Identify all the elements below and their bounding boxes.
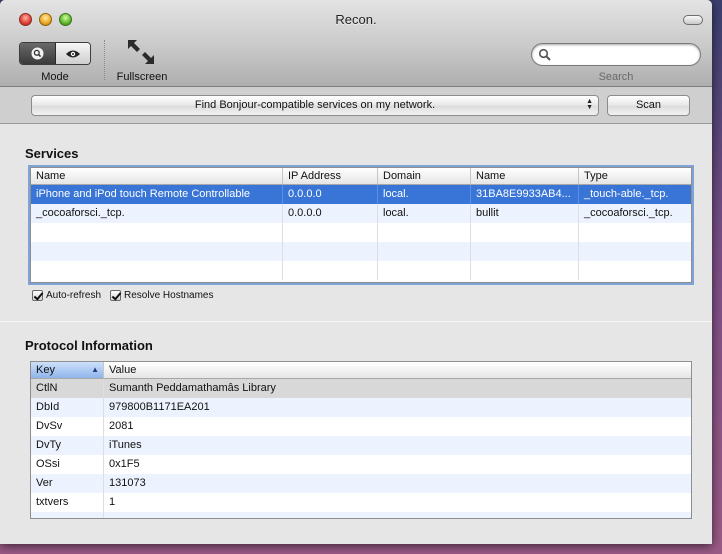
- column-header-key[interactable]: Key ▲: [31, 362, 104, 378]
- cell-value: 1: [109, 496, 116, 508]
- auto-refresh-checkbox[interactable]: Auto-refresh: [32, 290, 101, 301]
- cell-key: CtlN: [31, 379, 104, 398]
- cell-key: Ver: [31, 474, 104, 493]
- protocol-table[interactable]: Key ▲ Value CtlN Sumanth Peddamathamâs L…: [30, 361, 692, 519]
- cell-value: 2081: [109, 420, 134, 432]
- cell-value: 979800B1171EA201: [109, 401, 210, 413]
- table-row[interactable]: Ver 131073: [31, 474, 691, 493]
- column-header-value[interactable]: Value: [104, 362, 691, 378]
- toolbar: Recon. Mode Fullscreen Search: [0, 0, 712, 87]
- cell-value: 0x1F5: [109, 458, 140, 470]
- toolbar-toggle-button[interactable]: [683, 15, 703, 25]
- empty-row: [31, 261, 691, 280]
- search-label: Search: [598, 71, 634, 83]
- protocol-table-header: Key ▲ Value: [31, 362, 691, 379]
- service-type-popup-label: Find Bonjour-compatible services on my n…: [194, 99, 436, 111]
- column-header-host-name[interactable]: Name: [471, 168, 579, 184]
- column-header-key-label: Key: [36, 364, 55, 376]
- cell-name: iPhone and iPod touch Remote Controllabl…: [31, 185, 283, 204]
- table-row[interactable]: txtvers 1: [31, 493, 691, 512]
- mode-label: Mode: [41, 71, 69, 83]
- section-divider: [0, 321, 712, 322]
- table-row[interactable]: CtlN Sumanth Peddamathamâs Library: [31, 379, 691, 398]
- cell-key: OSsi: [31, 455, 104, 474]
- checkmark-icon: [32, 290, 43, 301]
- cell-value: iTunes: [109, 439, 142, 451]
- window-title: Recon.: [335, 12, 377, 27]
- table-row[interactable]: iPhone and iPod touch Remote Controllabl…: [31, 185, 691, 204]
- cell-host-name: bullit: [471, 204, 579, 223]
- cell-name: _cocoaforsci._tcp.: [31, 204, 283, 223]
- services-table-header: Name IP Address Domain Name Type: [31, 168, 691, 185]
- cell-value: 131073: [109, 477, 146, 489]
- cell-type: _touch-able._tcp.: [584, 188, 669, 200]
- toolbar-separator: [104, 40, 105, 80]
- fullscreen-icon[interactable]: [124, 37, 158, 67]
- checkmark-icon: [110, 290, 121, 301]
- auto-refresh-label: Auto-refresh: [46, 290, 102, 301]
- table-row[interactable]: DvTy iTunes: [31, 436, 691, 455]
- mode-view-segment[interactable]: [55, 43, 90, 64]
- column-header-domain[interactable]: Domain: [378, 168, 471, 184]
- column-header-type[interactable]: Type: [579, 168, 691, 184]
- services-title: Services: [25, 146, 79, 161]
- recon-window: Recon. Mode Fullscreen Search Find Bonjo…: [0, 0, 712, 544]
- cell-key: DbId: [31, 398, 104, 417]
- search-input[interactable]: [554, 47, 694, 62]
- window-bottom: [0, 524, 712, 544]
- cell-domain: local.: [378, 204, 471, 223]
- mode-segmented-control[interactable]: [19, 42, 91, 65]
- table-row[interactable]: DvSv 2081: [31, 417, 691, 436]
- empty-row: [31, 512, 691, 518]
- table-row[interactable]: DbId 979800B1171EA201: [31, 398, 691, 417]
- search-field[interactable]: [531, 43, 701, 66]
- protocol-information-title: Protocol Information: [25, 338, 153, 353]
- mode-search-segment[interactable]: [20, 43, 56, 64]
- fullscreen-label: Fullscreen: [116, 71, 168, 83]
- table-row[interactable]: OSsi 0x1F5: [31, 455, 691, 474]
- cell-value: Sumanth Peddamathamâs Library: [109, 382, 276, 394]
- cell-type: _cocoaforsci._tcp.: [584, 207, 673, 219]
- cell-key: DvTy: [31, 436, 104, 455]
- search-icon: [538, 48, 551, 61]
- scan-button[interactable]: Scan: [607, 95, 690, 116]
- cell-key: txtvers: [31, 493, 104, 512]
- eye-icon: [65, 50, 80, 57]
- column-header-name[interactable]: Name: [31, 168, 283, 184]
- magnifier-icon: [31, 47, 44, 60]
- sort-ascending-icon: ▲: [91, 365, 99, 374]
- popup-arrows-icon: ▲ ▼: [586, 98, 593, 111]
- table-row[interactable]: _cocoaforsci._tcp. 0.0.0.0 local. bullit…: [31, 204, 691, 223]
- empty-row: [31, 223, 691, 242]
- resolve-hostnames-checkbox[interactable]: Resolve Hostnames: [110, 290, 213, 301]
- service-type-popup[interactable]: Find Bonjour-compatible services on my n…: [31, 95, 599, 116]
- cell-domain: local.: [378, 185, 471, 204]
- cell-key: DvSv: [31, 417, 104, 436]
- resolve-hostnames-label: Resolve Hostnames: [124, 290, 214, 301]
- services-table[interactable]: Name IP Address Domain Name Type iPhone …: [28, 165, 694, 285]
- cell-ip-address: 0.0.0.0: [283, 204, 378, 223]
- cell-host-name: 31BA8E9933AB4...: [471, 185, 579, 204]
- column-header-ip-address[interactable]: IP Address: [283, 168, 378, 184]
- empty-row: [31, 242, 691, 261]
- cell-ip-address: 0.0.0.0: [283, 185, 378, 204]
